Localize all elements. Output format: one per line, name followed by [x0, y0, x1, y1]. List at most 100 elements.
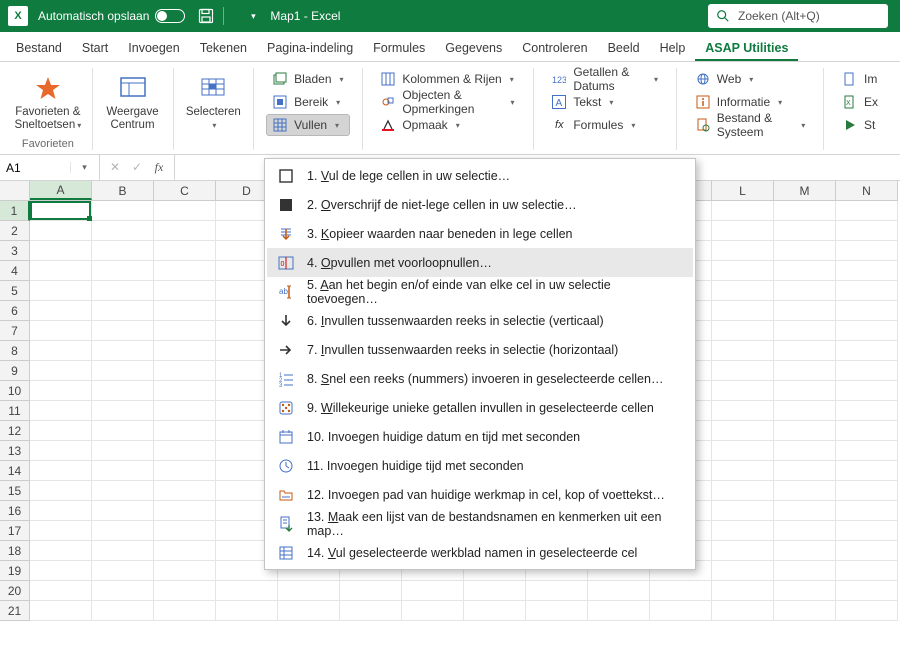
cell[interactable] [154, 421, 216, 441]
cell[interactable] [774, 521, 836, 541]
cell[interactable] [154, 581, 216, 601]
cell[interactable] [154, 341, 216, 361]
cell[interactable] [774, 461, 836, 481]
cell[interactable] [154, 501, 216, 521]
tekst-button[interactable]: ATekst▾ [545, 91, 664, 113]
cell[interactable] [402, 581, 464, 601]
row-header[interactable]: 3 [0, 241, 30, 261]
cell[interactable] [712, 561, 774, 581]
menu-item[interactable]: 9. Willekeurige unieke getallen invullen… [267, 393, 693, 422]
cell[interactable] [30, 341, 92, 361]
cell[interactable] [836, 221, 898, 241]
cell[interactable] [30, 401, 92, 421]
cell[interactable] [712, 521, 774, 541]
tab-invoegen[interactable]: Invoegen [118, 35, 189, 61]
cell[interactable] [712, 441, 774, 461]
bereik-button[interactable]: Bereik▾ [266, 91, 349, 113]
weergave-button[interactable]: WeergaveCentrum [100, 68, 164, 136]
cell[interactable] [588, 601, 650, 621]
cell[interactable] [30, 461, 92, 481]
tab-beeld[interactable]: Beeld [598, 35, 650, 61]
cell[interactable] [836, 541, 898, 561]
cell[interactable] [712, 401, 774, 421]
cell[interactable] [30, 221, 92, 241]
row-header[interactable]: 17 [0, 521, 30, 541]
menu-item[interactable]: 6. Invullen tussenwaarden reeks in selec… [267, 306, 693, 335]
column-header[interactable]: M [774, 181, 836, 200]
cell[interactable] [712, 281, 774, 301]
cell[interactable] [154, 361, 216, 381]
cell[interactable] [92, 221, 154, 241]
cell[interactable] [92, 341, 154, 361]
cell[interactable] [92, 201, 154, 221]
row-header[interactable]: 6 [0, 301, 30, 321]
save-icon[interactable] [197, 7, 215, 25]
cell[interactable] [92, 581, 154, 601]
cell[interactable] [588, 581, 650, 601]
fx-button[interactable]: fx [148, 160, 170, 175]
row-header[interactable]: 14 [0, 461, 30, 481]
cell[interactable] [774, 501, 836, 521]
row-header[interactable]: 18 [0, 541, 30, 561]
cell[interactable] [92, 301, 154, 321]
tab-controleren[interactable]: Controleren [512, 35, 597, 61]
cell[interactable] [30, 481, 92, 501]
quick-access-dropdown-icon[interactable]: ▾ [244, 7, 262, 25]
cell[interactable] [650, 581, 712, 601]
vullen-button[interactable]: Vullen▾ [266, 114, 349, 136]
cell[interactable] [774, 281, 836, 301]
toggle-switch-icon[interactable] [155, 9, 185, 23]
cell[interactable] [340, 601, 402, 621]
cell[interactable] [30, 441, 92, 461]
menu-item[interactable]: 1. Vul de lege cellen in uw selectie… [267, 161, 693, 190]
web-button[interactable]: Web▾ [689, 68, 811, 90]
cell[interactable] [92, 461, 154, 481]
cell[interactable] [836, 301, 898, 321]
cell[interactable] [154, 561, 216, 581]
menu-item[interactable]: 7. Invullen tussenwaarden reeks in selec… [267, 335, 693, 364]
cell[interactable] [92, 521, 154, 541]
cell[interactable] [92, 541, 154, 561]
cell[interactable] [464, 601, 526, 621]
cell[interactable] [92, 601, 154, 621]
cell[interactable] [712, 321, 774, 341]
cell[interactable] [774, 561, 836, 581]
getallen-button[interactable]: 123Getallen & Datums▾ [545, 68, 664, 90]
row-header[interactable]: 8 [0, 341, 30, 361]
cell[interactable] [712, 301, 774, 321]
confirm-icon[interactable]: ✓ [126, 160, 148, 175]
row-header[interactable]: 19 [0, 561, 30, 581]
cell[interactable] [774, 581, 836, 601]
cell[interactable] [836, 461, 898, 481]
tab-tekenen[interactable]: Tekenen [190, 35, 257, 61]
start-button[interactable]: St [836, 114, 884, 136]
row-header[interactable]: 11 [0, 401, 30, 421]
cell[interactable] [154, 521, 216, 541]
cell[interactable] [30, 601, 92, 621]
cell[interactable] [836, 381, 898, 401]
cell[interactable] [154, 281, 216, 301]
menu-item[interactable]: 13. Maak een lijst van de bestandsnamen … [267, 509, 693, 538]
cell[interactable] [712, 481, 774, 501]
row-header[interactable]: 2 [0, 221, 30, 241]
cell[interactable] [154, 461, 216, 481]
cell[interactable] [836, 561, 898, 581]
auto-save-toggle[interactable]: Automatisch opslaan [38, 9, 185, 23]
cell[interactable] [30, 321, 92, 341]
cell[interactable] [92, 381, 154, 401]
menu-item[interactable]: 11. Invoegen huidige tijd met seconden [267, 451, 693, 480]
row-header[interactable]: 12 [0, 421, 30, 441]
cell[interactable] [154, 221, 216, 241]
row-header[interactable]: 7 [0, 321, 30, 341]
cell[interactable] [774, 241, 836, 261]
menu-item[interactable]: 04. Opvullen met voorloopnullen… [267, 248, 693, 277]
cell[interactable] [712, 581, 774, 601]
import-button[interactable]: Im [836, 68, 884, 90]
tab-bestand[interactable]: Bestand [6, 35, 72, 61]
menu-item[interactable]: 2. Overschrijf de niet-lege cellen in uw… [267, 190, 693, 219]
cell[interactable] [712, 241, 774, 261]
cell[interactable] [836, 441, 898, 461]
cell[interactable] [836, 241, 898, 261]
cell[interactable] [154, 401, 216, 421]
cell[interactable] [154, 241, 216, 261]
